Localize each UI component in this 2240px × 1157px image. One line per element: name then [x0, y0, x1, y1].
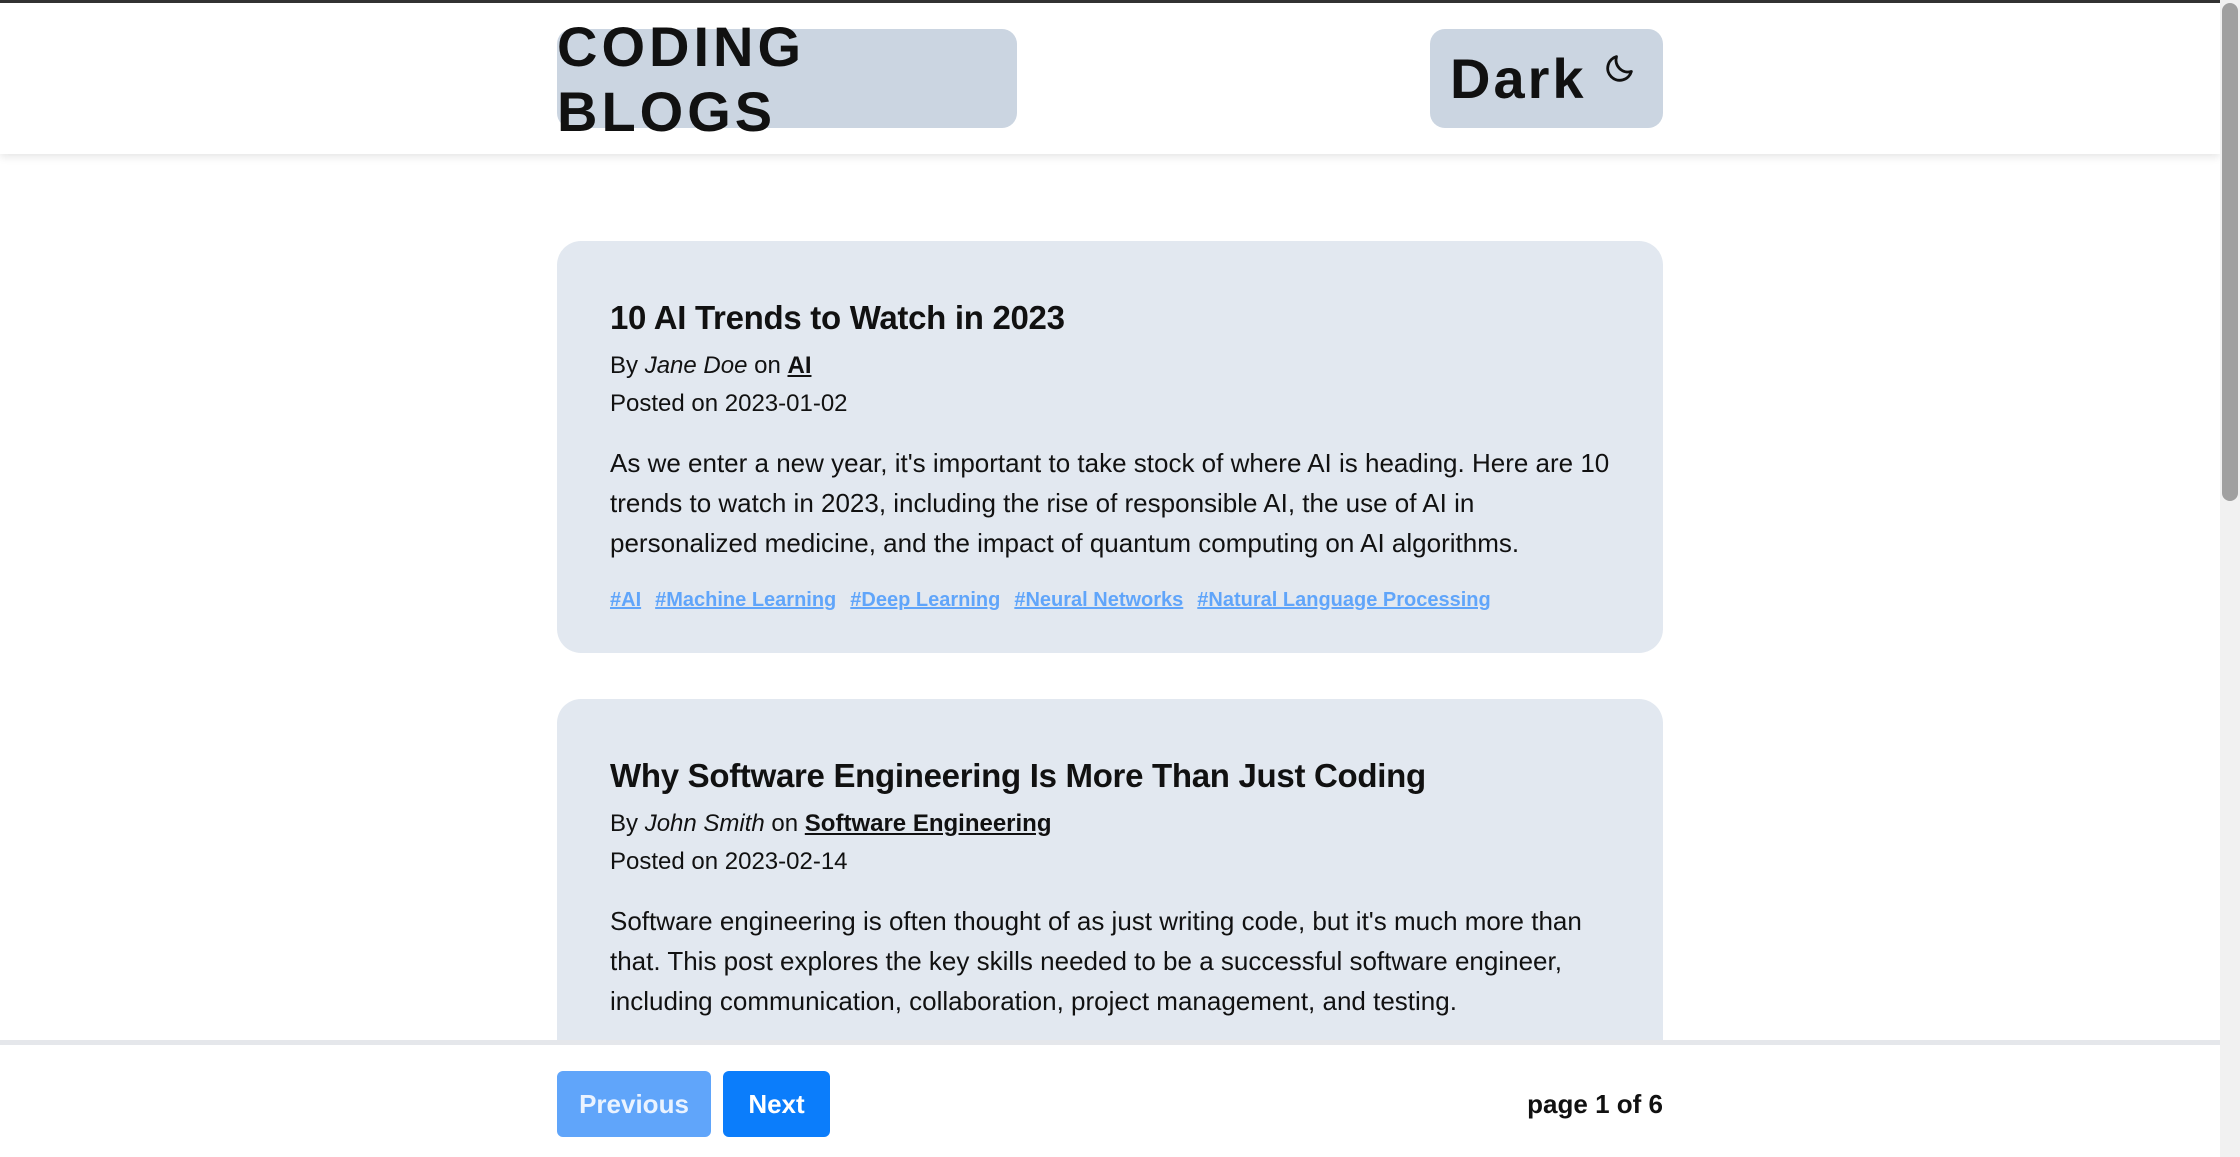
post-author: Jane Doe	[644, 352, 748, 379]
post-category-link[interactable]: AI	[787, 352, 811, 379]
post-date: 2023-02-14	[724, 848, 848, 875]
post-category-link[interactable]: Software Engineering	[805, 810, 1052, 837]
pagination-bar: Previous Next page 1 of 6	[0, 1040, 2220, 1157]
post-title[interactable]: 10 AI Trends to Watch in 2023	[610, 297, 1610, 339]
site-header: CODING BLOGS Dark	[0, 3, 2220, 154]
post-card: Why Software Engineering Is More Than Ju…	[557, 699, 1663, 1040]
post-list[interactable]: 10 AI Trends to Watch in 2023 By Jane Do…	[0, 154, 2220, 1040]
post-excerpt: As we enter a new year, it's important t…	[610, 448, 1610, 558]
byline-prefix: By	[610, 352, 639, 379]
post-card: 10 AI Trends to Watch in 2023 By Jane Do…	[557, 241, 1663, 653]
post-tags: #AI #Machine Learning #Deep Learning #Ne…	[610, 589, 1610, 612]
post-excerpt: Software engineering is often thought of…	[610, 906, 1582, 1016]
tag-link[interactable]: #Neural Networks	[1014, 589, 1183, 612]
tag-link[interactable]: #Natural Language Processing	[1197, 589, 1490, 612]
moon-icon	[1606, 55, 1633, 82]
byline-prefix: By	[610, 810, 639, 837]
post-title[interactable]: Why Software Engineering Is More Than Ju…	[610, 755, 1610, 797]
theme-toggle-label: Dark	[1450, 47, 1587, 110]
theme-toggle-button[interactable]: Dark	[1430, 29, 1663, 128]
byline-on: on	[754, 352, 781, 379]
previous-button[interactable]: Previous	[557, 1071, 711, 1137]
date-prefix: Posted on	[610, 390, 719, 417]
post-date-line: Posted on 2023-01-02	[610, 385, 1610, 423]
byline-on: on	[771, 810, 799, 837]
page-indicator: page 1 of 6	[1527, 1088, 1663, 1119]
post-byline: By John Smith on Software Engineering	[610, 805, 1610, 843]
scrollbar-thumb[interactable]	[2222, 3, 2238, 501]
post-byline: By Jane Doe on AI	[610, 347, 1610, 385]
post-date-line: Posted on 2023-02-14	[610, 843, 1610, 881]
post-author: John Smith	[644, 810, 765, 837]
tag-link[interactable]: #Deep Learning	[850, 589, 1000, 612]
date-prefix: Posted on	[610, 848, 719, 875]
post-date: 2023-01-02	[724, 390, 848, 417]
tag-link[interactable]: #Machine Learning	[655, 589, 836, 612]
site-brand[interactable]: CODING BLOGS	[557, 15, 1017, 143]
next-button[interactable]: Next	[723, 1071, 830, 1137]
tag-link[interactable]: #AI	[610, 589, 641, 612]
